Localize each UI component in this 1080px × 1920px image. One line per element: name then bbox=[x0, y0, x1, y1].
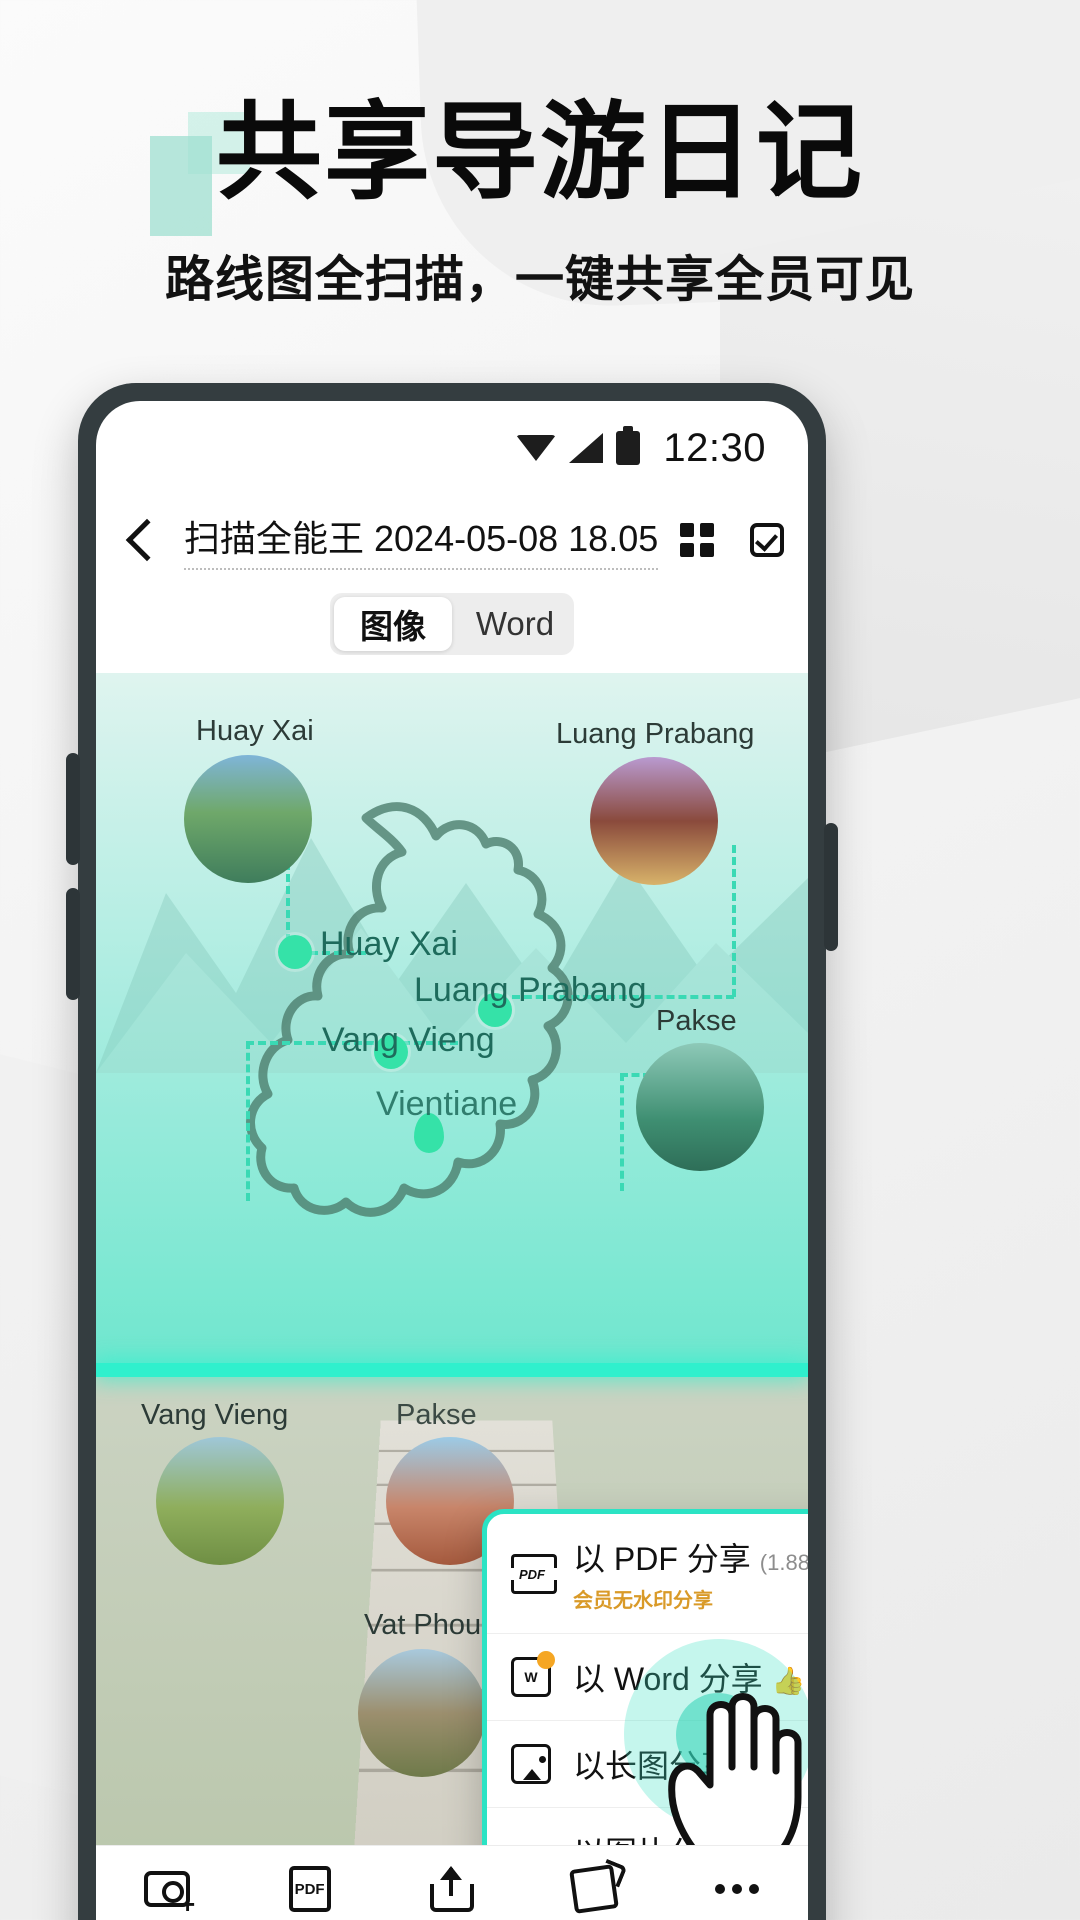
bottom-toolbar: + 添加 PDF 编辑 PDF 分享 处理图片 更多 bbox=[96, 1845, 808, 1920]
photo-label: Huay Xai bbox=[196, 715, 314, 747]
power-button[interactable] bbox=[824, 823, 838, 951]
photo-label: Vang Vieng bbox=[141, 1399, 289, 1431]
tab-image[interactable]: 图像 bbox=[334, 597, 452, 651]
photo-thumbnail[interactable] bbox=[358, 1649, 486, 1777]
promo-hero: 共享导游日记 路线图全扫描，一键共享全员可见 bbox=[0, 96, 1080, 311]
edit-pdf-icon: PDF bbox=[288, 1866, 331, 1912]
bottom-nav-process-image[interactable]: 处理图片 bbox=[529, 1864, 659, 1920]
scan-line bbox=[96, 1363, 808, 1377]
map-city-label: Vientiane bbox=[376, 1085, 518, 1123]
photo-thumbnail[interactable] bbox=[156, 1437, 284, 1565]
wifi-icon bbox=[516, 433, 557, 463]
connector-dash bbox=[620, 1073, 624, 1191]
signal-icon bbox=[569, 433, 604, 463]
map-city-label: Vang Vieng bbox=[322, 1021, 495, 1059]
grid-view-icon[interactable] bbox=[680, 523, 715, 557]
pdf-share-icon: PDF bbox=[511, 1553, 557, 1594]
map-city-label: Huay Xai bbox=[320, 925, 458, 963]
view-mode-tabs: 图像 Word bbox=[96, 585, 808, 673]
photo-thumbnail[interactable] bbox=[184, 755, 312, 883]
app-header: 扫描全能王 2024-05-08 18.05 bbox=[96, 495, 808, 585]
add-camera-icon: + bbox=[144, 1871, 195, 1917]
more-icon bbox=[714, 1867, 759, 1911]
photo-label: Vat Phou bbox=[364, 1609, 482, 1641]
share-option-sublabel: 会员无水印分享 bbox=[573, 1590, 713, 1612]
app-header-actions bbox=[680, 522, 808, 558]
connector-dash bbox=[246, 1041, 250, 1201]
map-page: Huay Xai Luang Prabang Vang Vieng Vienti… bbox=[96, 673, 808, 1465]
volume-up-button[interactable] bbox=[66, 753, 80, 865]
connector-dash bbox=[732, 845, 736, 997]
bottom-nav-more[interactable]: 更多 bbox=[672, 1867, 802, 1920]
phone-mockup: 12:30 扫描全能王 2024-05-08 18.05 图像 Word Hua… bbox=[66, 383, 838, 1920]
photo-thumbnail[interactable] bbox=[636, 1043, 764, 1171]
share-icon bbox=[429, 1866, 474, 1912]
city-dot bbox=[278, 935, 312, 969]
status-time: 12:30 bbox=[663, 425, 766, 470]
back-chevron-icon[interactable] bbox=[125, 518, 169, 562]
volume-down-button[interactable] bbox=[66, 888, 80, 1000]
share-option-label: 以 PDF 分享 bbox=[573, 1541, 751, 1577]
promo-headline: 共享导游日记 bbox=[216, 94, 864, 212]
document-title[interactable]: 扫描全能王 2024-05-08 18.05 bbox=[184, 510, 659, 570]
photo-thumbnail[interactable] bbox=[590, 757, 718, 885]
battery-icon bbox=[616, 426, 641, 465]
select-all-icon[interactable] bbox=[750, 523, 785, 557]
long-image-share-icon bbox=[511, 1744, 551, 1784]
phone-screen: 12:30 扫描全能王 2024-05-08 18.05 图像 Word Hua… bbox=[96, 401, 808, 1920]
tab-word[interactable]: Word bbox=[456, 593, 574, 655]
promo-subheadline: 路线图全扫描，一键共享全员可见 bbox=[164, 253, 915, 308]
segmented-control: 图像 Word bbox=[330, 593, 574, 655]
bottom-nav-add[interactable]: + 添加 bbox=[102, 1871, 232, 1920]
share-option-pdf[interactable]: PDF 以 PDF 分享 (1.88MB) 会员无水印分享 bbox=[487, 1514, 808, 1634]
status-bar: 12:30 bbox=[96, 401, 808, 495]
bottom-nav-share[interactable]: 分享 bbox=[387, 1866, 517, 1920]
photo-label: Pakse bbox=[396, 1399, 477, 1431]
photo-label: Pakse bbox=[656, 1005, 737, 1037]
process-image-icon bbox=[569, 1864, 620, 1914]
hand-cursor-icon bbox=[668, 1693, 802, 1861]
map-city-label: Luang Prabang bbox=[414, 971, 647, 1009]
bottom-nav-edit-pdf[interactable]: PDF 编辑 PDF bbox=[245, 1866, 375, 1920]
share-option-size: (1.88MB) bbox=[759, 1550, 808, 1575]
photo-label: Luang Prabang bbox=[556, 718, 755, 750]
word-share-icon: W bbox=[511, 1651, 555, 1697]
